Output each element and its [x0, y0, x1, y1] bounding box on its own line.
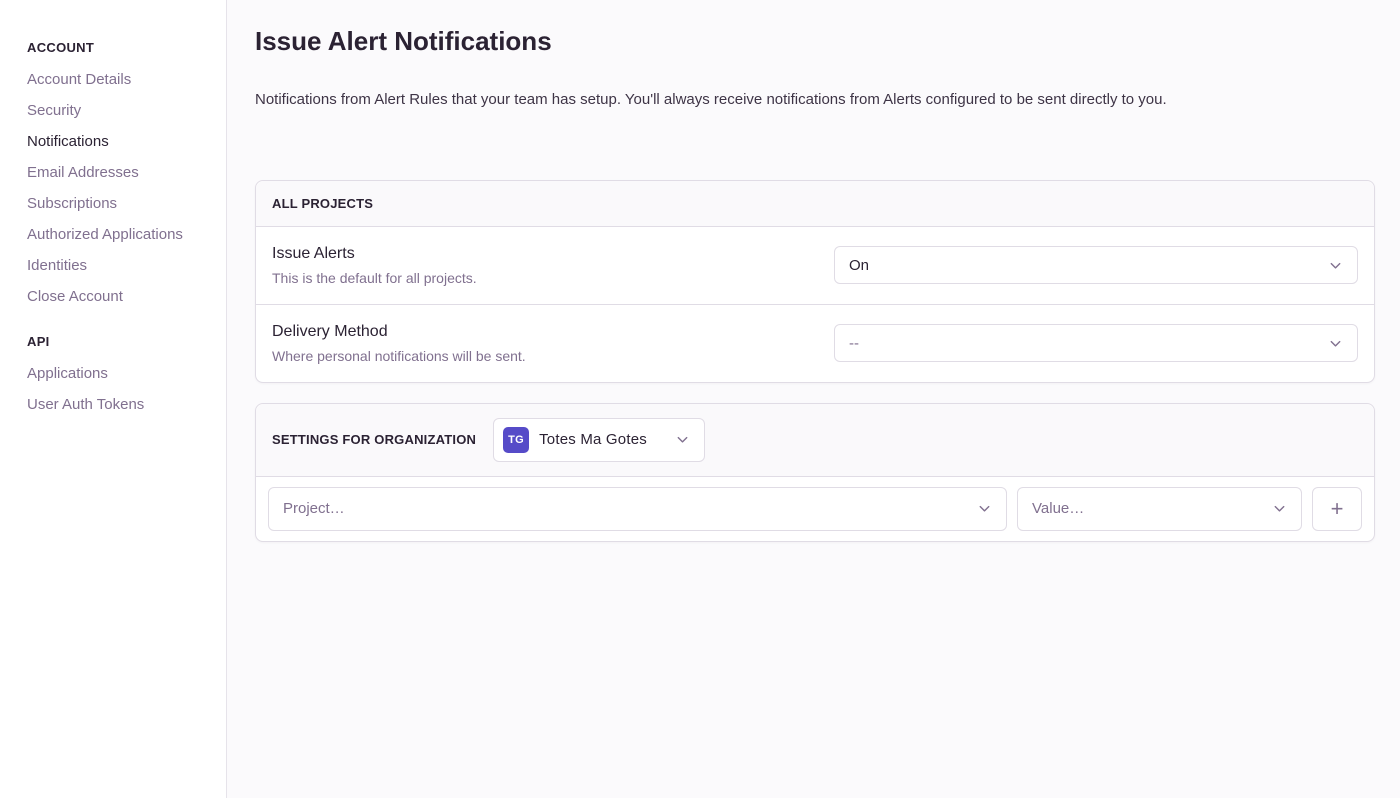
sidebar-item-notifications[interactable]: Notifications: [27, 134, 226, 149]
sidebar-item-close-account[interactable]: Close Account: [27, 289, 226, 304]
chevron-down-icon: [977, 501, 992, 516]
main-content: Issue Alert Notifications Notifications …: [227, 0, 1400, 798]
sidebar-section-api: API Applications User Auth Tokens: [27, 334, 226, 412]
issue-alerts-select-value: On: [849, 257, 869, 274]
issue-alerts-help: This is the default for all projects.: [272, 270, 810, 287]
chevron-down-icon: [1272, 501, 1287, 516]
add-override-button[interactable]: +: [1312, 487, 1362, 531]
organization-panel-header: SETTINGS FOR ORGANIZATION TG Totes Ma Go…: [256, 404, 1374, 477]
chevron-down-icon: [1328, 336, 1343, 351]
all-projects-panel: ALL PROJECTS Issue Alerts This is the de…: [255, 180, 1375, 383]
delivery-method-label: Delivery Method: [272, 322, 810, 341]
settings-sidebar: ACCOUNT Account Details Security Notific…: [0, 0, 227, 798]
app-window: ACCOUNT Account Details Security Notific…: [0, 0, 1400, 798]
project-select[interactable]: Project…: [268, 487, 1007, 531]
delivery-method-info: Delivery Method Where personal notificat…: [272, 322, 834, 365]
delivery-method-help: Where personal notifications will be sen…: [272, 348, 810, 365]
sidebar-item-user-auth-tokens[interactable]: User Auth Tokens: [27, 397, 226, 412]
sidebar-item-authorized-applications[interactable]: Authorized Applications: [27, 227, 226, 242]
sidebar-item-identities[interactable]: Identities: [27, 258, 226, 273]
sidebar-section-account: ACCOUNT Account Details Security Notific…: [27, 40, 226, 304]
page-title: Issue Alert Notifications: [255, 26, 1375, 57]
all-projects-panel-header: ALL PROJECTS: [256, 181, 1374, 227]
issue-alerts-info: Issue Alerts This is the default for all…: [272, 244, 834, 287]
issue-alerts-row: Issue Alerts This is the default for all…: [256, 227, 1374, 305]
sidebar-item-subscriptions[interactable]: Subscriptions: [27, 196, 226, 211]
sidebar-header-account: ACCOUNT: [27, 40, 226, 55]
project-override-row: Project… Value… +: [256, 477, 1374, 541]
value-select[interactable]: Value…: [1017, 487, 1302, 531]
delivery-method-select[interactable]: --: [834, 324, 1358, 362]
delivery-method-select-value: --: [849, 335, 859, 352]
value-select-placeholder: Value…: [1032, 500, 1084, 517]
project-select-placeholder: Project…: [283, 500, 345, 517]
issue-alerts-select[interactable]: On: [834, 246, 1358, 284]
page-description: Notifications from Alert Rules that your…: [255, 89, 1375, 110]
sidebar-item-applications[interactable]: Applications: [27, 366, 226, 381]
sidebar-header-api: API: [27, 334, 226, 349]
organization-avatar: TG: [503, 427, 529, 453]
organization-settings-panel: SETTINGS FOR ORGANIZATION TG Totes Ma Go…: [255, 403, 1375, 542]
organization-name: Totes Ma Gotes: [539, 431, 647, 448]
chevron-down-icon: [675, 432, 690, 447]
sidebar-item-email-addresses[interactable]: Email Addresses: [27, 165, 226, 180]
sidebar-item-security[interactable]: Security: [27, 103, 226, 118]
organization-panel-header-label: SETTINGS FOR ORGANIZATION: [272, 432, 476, 447]
plus-icon: +: [1331, 498, 1344, 520]
chevron-down-icon: [1328, 258, 1343, 273]
issue-alerts-label: Issue Alerts: [272, 244, 810, 263]
sidebar-item-account-details[interactable]: Account Details: [27, 72, 226, 87]
delivery-method-row: Delivery Method Where personal notificat…: [256, 305, 1374, 382]
organization-selector[interactable]: TG Totes Ma Gotes: [493, 418, 705, 462]
